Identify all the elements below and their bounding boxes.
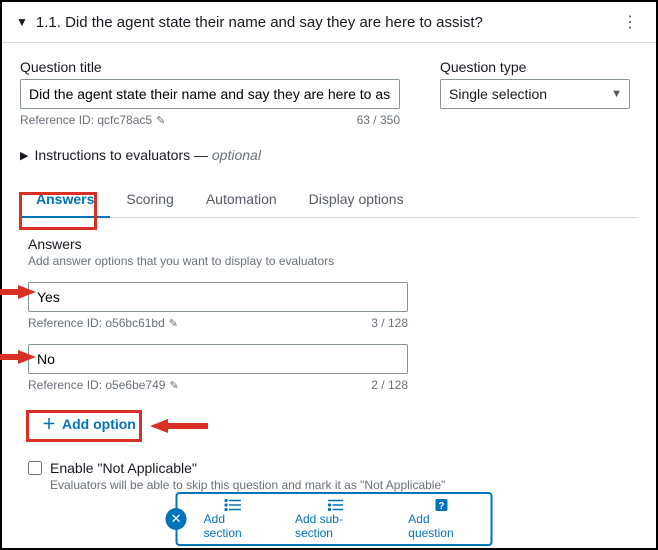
list-icon — [224, 498, 242, 512]
instructions-toggle[interactable]: ▶ Instructions to evaluators — optional — [20, 147, 638, 163]
add-option-button[interactable]: ＋ Add option — [28, 408, 150, 440]
add-sub-section-button[interactable]: Add sub-section — [279, 494, 392, 544]
close-add-bar-button[interactable]: ✕ — [166, 508, 187, 530]
tabs-bar: Answers Scoring Automation Display optio… — [20, 181, 638, 218]
add-option-label: Add option — [62, 416, 136, 432]
answer-option-input[interactable] — [28, 282, 408, 312]
tab-automation[interactable]: Automation — [190, 181, 293, 217]
answer-option-row: Reference ID: o5e6be749✎ 2 / 128 — [28, 344, 638, 392]
edit-ref-icon[interactable]: ✎ — [169, 318, 178, 330]
question-icon: ? — [432, 498, 450, 512]
question-type-label: Question type — [440, 59, 630, 75]
tab-scoring[interactable]: Scoring — [110, 181, 189, 217]
edit-ref-icon[interactable]: ✎ — [169, 380, 178, 392]
question-header[interactable]: ▼ 1.1. Did the agent state their name an… — [2, 2, 656, 43]
enable-na-sub: Evaluators will be able to skip this que… — [50, 478, 638, 492]
add-question-button[interactable]: ? Add question — [392, 494, 490, 544]
answer-ref-id: Reference ID: o56bc61bd✎ — [28, 316, 178, 330]
svg-text:?: ? — [438, 501, 444, 512]
answer-option-input[interactable] — [28, 344, 408, 374]
question-title-input[interactable] — [20, 79, 400, 109]
collapse-caret-icon[interactable]: ▼ — [16, 15, 28, 29]
question-type-select[interactable]: Single selection — [440, 79, 630, 109]
enable-na-label: Enable "Not Applicable" — [50, 460, 197, 476]
question-title-label: Question title — [20, 59, 400, 75]
add-bar: ✕ Add section Add sub-section ? Add ques… — [166, 492, 493, 546]
expand-caret-icon: ▶ — [20, 149, 28, 162]
enable-na-checkbox[interactable] — [28, 461, 42, 475]
tab-display-options[interactable]: Display options — [293, 181, 420, 217]
instructions-label: Instructions to evaluators — optional — [34, 147, 260, 163]
answer-ref-id: Reference ID: o5e6be749✎ — [28, 378, 179, 392]
plus-icon: ＋ — [42, 414, 56, 434]
answers-heading: Answers — [28, 236, 638, 252]
tab-answers[interactable]: Answers — [20, 181, 110, 217]
answers-subheading: Add answer options that you want to disp… — [28, 254, 638, 268]
answer-counter: 3 / 128 — [371, 316, 408, 330]
question-header-title: 1.1. Did the agent state their name and … — [36, 14, 618, 31]
answer-counter: 2 / 128 — [371, 378, 408, 392]
answer-option-row: Reference ID: o56bc61bd✎ 3 / 128 — [28, 282, 638, 330]
more-menu-icon[interactable]: ⋮ — [618, 12, 642, 32]
question-title-counter: 63 / 350 — [357, 113, 400, 127]
question-ref-id: Reference ID: qcfc78ac5✎ — [20, 113, 165, 127]
edit-ref-icon[interactable]: ✎ — [156, 115, 165, 127]
sublist-icon — [327, 498, 345, 512]
add-section-label: Add section — [204, 512, 263, 540]
add-section-button[interactable]: Add section — [188, 494, 279, 544]
add-sub-section-label: Add sub-section — [295, 512, 376, 540]
add-question-label: Add question — [408, 512, 474, 540]
